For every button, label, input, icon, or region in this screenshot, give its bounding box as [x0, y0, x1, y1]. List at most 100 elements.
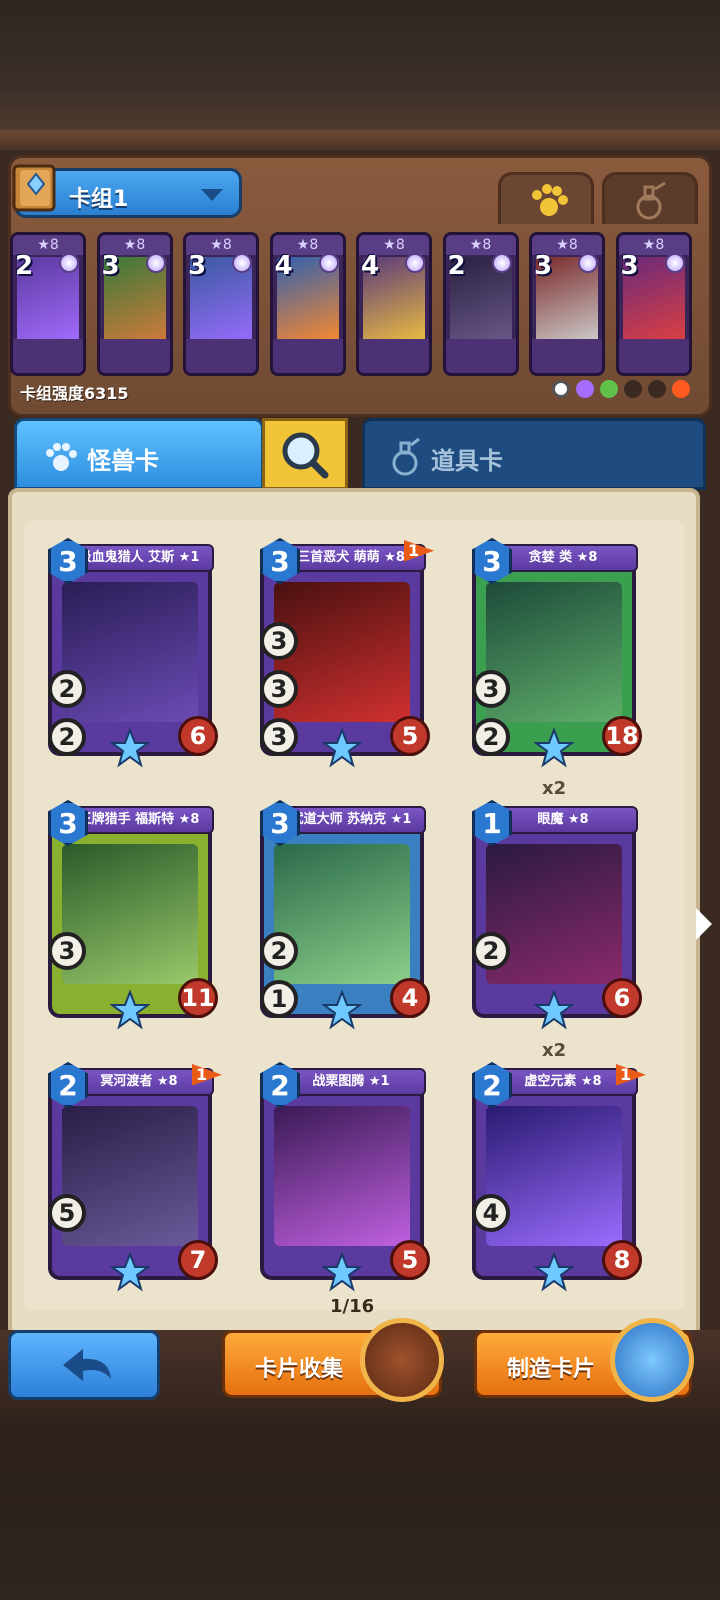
card-health: 11	[178, 978, 218, 1018]
duplicate-count: x2	[542, 1040, 567, 1061]
card-health: 5	[390, 1240, 430, 1280]
card-health: 4	[390, 978, 430, 1018]
chevron-down-icon	[201, 189, 223, 201]
collection-card[interactable]: 贪婪 类 ★8 3 18 3 2	[472, 538, 642, 768]
card-health: 5	[390, 716, 430, 756]
card-art	[62, 844, 198, 984]
card-secondary-stat: 3	[260, 718, 298, 756]
deck-card-gem-icon	[491, 253, 512, 273]
rank-star-icon	[534, 990, 574, 1030]
collection-card[interactable]: 王牌猎手 福斯特 ★8 3 11 3	[48, 800, 218, 1030]
deck-card-gem-icon	[232, 253, 252, 273]
deck-card-ability-bar	[13, 339, 83, 373]
deck-card-cost: 3	[101, 251, 120, 281]
collection-card[interactable]: 三首恶犬 萌萌 ★8 3 5 3 3 3 1	[260, 538, 434, 768]
deck-card-ability-bar	[532, 339, 602, 373]
search-button[interactable]	[262, 418, 348, 490]
card-attack: 5	[48, 1194, 86, 1232]
deck-card-cost: 3	[620, 251, 639, 281]
magnifier-icon	[282, 432, 329, 479]
deck-card-ability-bar	[359, 339, 429, 373]
rank-star-icon	[322, 1252, 362, 1292]
deck-card-slot[interactable]: ★8 4	[356, 232, 432, 376]
deck-book-icon	[12, 164, 56, 212]
tab-item-cards[interactable]: 道具卡	[362, 418, 706, 490]
collection-card[interactable]: 眼魔 ★8 1 6 2	[472, 800, 642, 1030]
collection-card[interactable]: 吸血鬼猎人 艾斯 ★1 3 6 2 2	[48, 538, 218, 768]
chevron-right-icon[interactable]	[696, 908, 712, 940]
deck-card-slot[interactable]: ★8 3	[529, 232, 605, 376]
deck-card-ability-bar	[186, 339, 256, 373]
card-art	[274, 844, 410, 984]
deck-card-gem-icon	[318, 253, 339, 273]
deck-card-ability-bar	[618, 339, 689, 373]
card-grid: 吸血鬼猎人 艾斯 ★1 3 6 2 2 三首恶犬 萌萌 ★8 3 5 3 3 3 1 贪婪 类 ★8 3 1…	[24, 520, 684, 1310]
deck-card-row: ★8 2 ★8 3 ★8 3 ★8 4 ★8 4 ★8 2 ★8 3 ★8 3	[10, 232, 710, 378]
card-attack: 2	[260, 932, 298, 970]
card-health: 8	[602, 1240, 642, 1280]
deck-card-ability-bar	[445, 339, 516, 373]
deck-card-cost: 4	[274, 251, 293, 281]
paw-icon	[532, 184, 568, 216]
deck-card-gem-icon	[145, 253, 166, 273]
card-health: 7	[178, 1240, 218, 1280]
deck-card-cost: 3	[188, 251, 207, 281]
tab-item-deck[interactable]	[602, 172, 698, 224]
card-health: 18	[602, 716, 642, 756]
deck-power-label: 卡组强度6315	[20, 384, 129, 403]
rank-star-icon	[534, 728, 574, 768]
back-arrow-icon	[63, 1349, 111, 1381]
faction-arcane-icon[interactable]	[576, 380, 594, 398]
top-wood-banner	[0, 0, 720, 150]
tab-monster-cards[interactable]: 怪兽卡	[14, 418, 264, 490]
rank-star-icon	[322, 728, 362, 768]
craft-potion-icon[interactable]	[610, 1318, 694, 1402]
collection-card[interactable]: 冥河渡者 ★8 2 7 5 1	[48, 1062, 222, 1292]
faction-nature-icon[interactable]	[600, 380, 618, 398]
collection-card[interactable]: 战栗图腾 ★1 2 5	[260, 1062, 430, 1292]
deck-card-cost: 4	[361, 251, 380, 281]
faction-beast-icon[interactable]	[624, 380, 642, 398]
faction-shadow-icon[interactable]	[648, 380, 666, 398]
card-art	[486, 1106, 622, 1246]
potion-icon	[392, 437, 420, 476]
deck-card-ability-bar	[272, 339, 343, 373]
card-art	[62, 582, 198, 722]
tab-monster-label: 怪兽卡	[87, 447, 159, 475]
duplicate-count: x2	[542, 778, 567, 799]
card-art	[274, 1106, 410, 1246]
deck-card-gem-icon	[59, 253, 79, 273]
rank-star-icon	[322, 990, 362, 1030]
collection-card[interactable]: 虚空元素 ★8 2 8 4 1	[472, 1062, 646, 1292]
deck-card-ability-bar	[99, 339, 170, 373]
deck-card-gem-icon	[578, 253, 598, 273]
tab-item-label: 道具卡	[431, 447, 503, 475]
faction-neutral-icon[interactable]	[552, 380, 570, 398]
card-secondary-stat: 2	[472, 718, 510, 756]
deck-card-slot[interactable]: ★8 2	[10, 232, 86, 376]
collection-card[interactable]: 武道大师 苏纳克 ★1 3 4 2 1	[260, 800, 430, 1030]
back-button[interactable]	[8, 1330, 160, 1400]
rank-star-icon	[110, 728, 150, 768]
card-secondary-stat: 2	[48, 718, 86, 756]
deck-card-slot[interactable]: ★8 4	[269, 232, 346, 376]
card-attack: 4	[472, 1194, 510, 1232]
card-collection-icon[interactable]	[360, 1318, 444, 1402]
deck-card-slot[interactable]: ★8 3	[615, 232, 692, 376]
card-attack: 3	[48, 932, 86, 970]
page-indicator: 1/16	[330, 1296, 375, 1317]
potion-icon	[636, 181, 666, 220]
faction-fire-icon[interactable]	[672, 380, 690, 398]
deck-card-slot[interactable]: ★8 3	[96, 232, 173, 376]
deck-card-cost: 2	[447, 251, 466, 281]
card-tertiary-stat: 3	[260, 622, 298, 660]
tab-beast-deck[interactable]	[498, 172, 594, 224]
deck-card-slot[interactable]: ★8 2	[442, 232, 519, 376]
card-attack: 2	[472, 932, 510, 970]
card-attack: 3	[260, 670, 298, 708]
card-attack: 2	[48, 670, 86, 708]
deck-card-slot[interactable]: ★8 3	[183, 232, 259, 376]
deck-card-cost: 3	[534, 251, 553, 281]
rank-star-icon	[534, 1252, 574, 1292]
card-art	[486, 844, 622, 984]
